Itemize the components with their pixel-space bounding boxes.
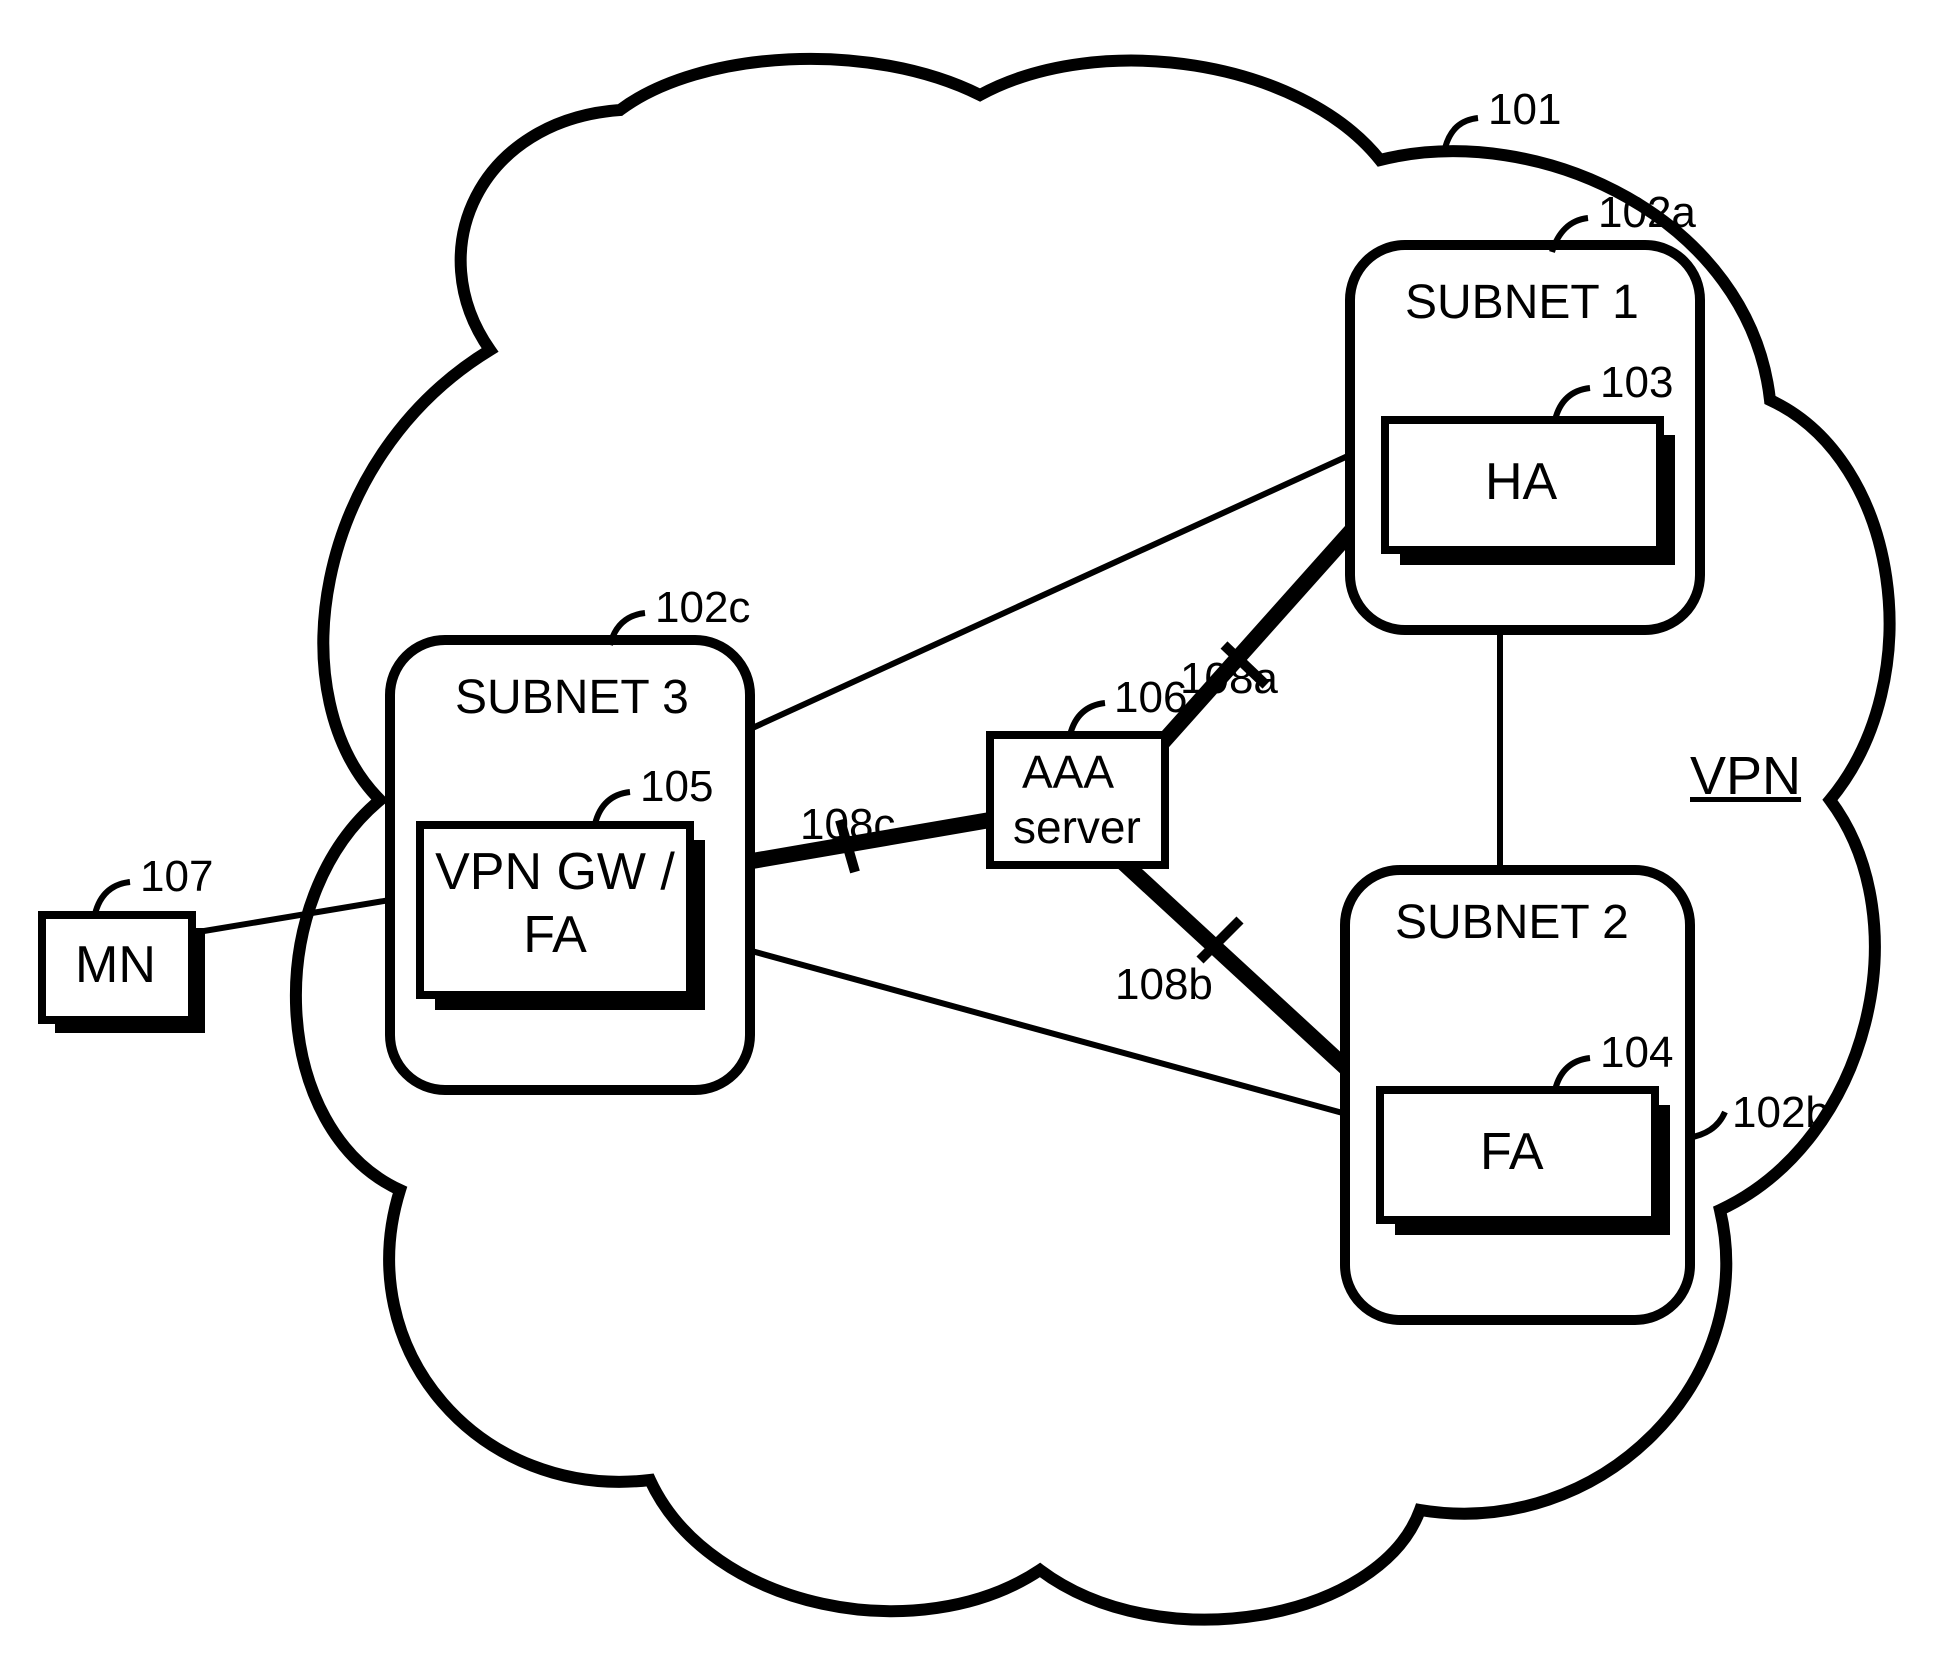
ref-104: 104 <box>1600 1028 1673 1078</box>
ref-103: 103 <box>1600 358 1673 408</box>
ref-102c: 102c <box>655 583 750 633</box>
subnet1-title: SUBNET 1 <box>1405 275 1639 330</box>
leader-106 <box>1070 703 1105 735</box>
ref-108c: 108c <box>800 800 895 850</box>
vpn-label: VPN <box>1690 745 1801 807</box>
ref-101: 101 <box>1488 85 1561 135</box>
line-subnet3-fa-thin <box>748 950 1350 1115</box>
ref-102a: 102a <box>1598 188 1696 238</box>
vpngw-label2: FA <box>435 905 675 965</box>
ref-107: 107 <box>140 852 213 902</box>
aaa-label1: AAA <box>1022 745 1114 799</box>
ref-106: 106 <box>1114 673 1187 723</box>
diagram-canvas <box>0 0 1948 1669</box>
leader-101 <box>1445 118 1478 148</box>
subnet3-title: SUBNET 3 <box>455 670 689 725</box>
subnet2-title: SUBNET 2 <box>1395 895 1629 950</box>
aaa-label2: server <box>1013 800 1141 854</box>
ref-102b: 102b <box>1732 1088 1830 1138</box>
mn-label: MN <box>75 935 156 995</box>
ref-105: 105 <box>640 762 713 812</box>
ref-108a: 108a <box>1180 654 1278 704</box>
ha-label: HA <box>1485 452 1557 512</box>
fa-label: FA <box>1480 1122 1544 1182</box>
ref-108b: 108b <box>1115 960 1213 1010</box>
leader-107 <box>95 882 130 914</box>
vpngw-label1: VPN GW / <box>435 842 675 902</box>
line-mn-subnet3 <box>180 900 390 935</box>
